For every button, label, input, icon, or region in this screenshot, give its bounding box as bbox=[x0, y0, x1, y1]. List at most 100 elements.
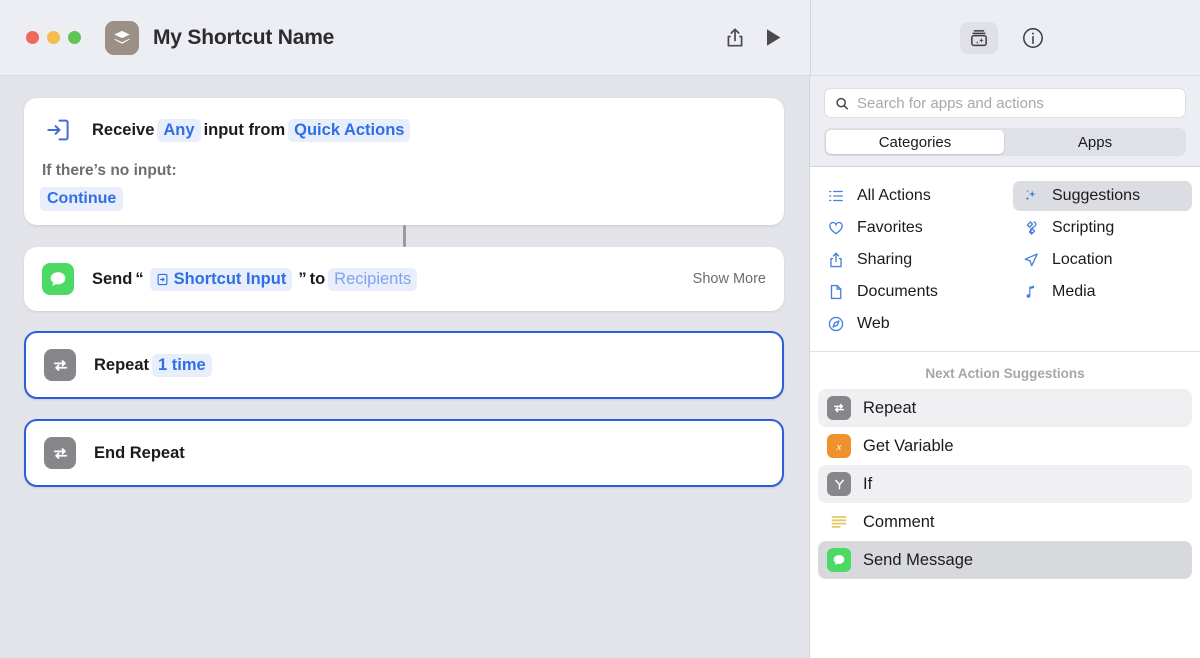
action-row: Send “ Shortcut Input ” to Recipients bbox=[24, 247, 784, 311]
canvas-gap bbox=[24, 399, 785, 419]
comment-icon bbox=[827, 510, 851, 534]
list-item-label: Comment bbox=[863, 513, 935, 532]
list-bullet-icon bbox=[826, 186, 846, 206]
categories-column-right: Suggestions Scripting bbox=[1005, 181, 1200, 339]
action-row: Repeat 1 time bbox=[26, 333, 782, 397]
list-item-label: Repeat bbox=[863, 399, 916, 418]
scripting-icon bbox=[1021, 218, 1041, 238]
add-action-icon[interactable] bbox=[960, 22, 998, 54]
repeat-icon bbox=[44, 349, 76, 381]
sidebar-item-label: Media bbox=[1052, 283, 1096, 301]
action-card-end-repeat[interactable]: End Repeat bbox=[24, 419, 784, 487]
list-item-send-message[interactable]: Send Message bbox=[818, 541, 1192, 579]
sidebar-item-label: Favorites bbox=[857, 219, 923, 237]
sidebar-item-label: Sharing bbox=[857, 251, 912, 269]
library-mode-segmented-control[interactable]: Categories Apps bbox=[824, 128, 1186, 156]
share-button[interactable] bbox=[716, 21, 754, 55]
action-text: Send “ Shortcut Input ” to Recipients bbox=[92, 268, 420, 291]
recipients-token[interactable]: Recipients bbox=[328, 268, 417, 291]
list-item-label: Get Variable bbox=[863, 437, 954, 456]
action-word: to bbox=[310, 270, 326, 289]
titlebar-right bbox=[810, 0, 1200, 76]
sidebar-item-media[interactable]: Media bbox=[1013, 277, 1192, 307]
if-icon bbox=[827, 472, 851, 496]
list-item-label: If bbox=[863, 475, 872, 494]
messages-icon bbox=[42, 263, 74, 295]
receive-input-icon bbox=[42, 114, 74, 146]
input-type-token[interactable]: Any bbox=[157, 119, 200, 142]
list-item-get-variable[interactable]: x Get Variable bbox=[818, 427, 1192, 465]
tab-apps[interactable]: Apps bbox=[1006, 130, 1184, 154]
list-item-comment[interactable]: Comment bbox=[818, 503, 1192, 541]
repeat-icon bbox=[827, 396, 851, 420]
sparkles-icon bbox=[1021, 186, 1041, 206]
action-row: End Repeat bbox=[26, 421, 782, 485]
info-circle-icon[interactable] bbox=[1014, 21, 1052, 55]
list-item-repeat[interactable]: Repeat bbox=[818, 389, 1192, 427]
action-card-send-message[interactable]: Send “ Shortcut Input ” to Recipients bbox=[24, 247, 784, 311]
zoom-button[interactable] bbox=[68, 31, 81, 44]
search-icon bbox=[835, 96, 849, 111]
no-input-label: If there’s no input: bbox=[24, 162, 784, 180]
share-icon bbox=[826, 250, 846, 270]
tab-categories[interactable]: Categories bbox=[826, 130, 1004, 154]
sidebar-item-documents[interactable]: Documents bbox=[818, 277, 997, 307]
shortcuts-window: My Shortcut Name bbox=[0, 0, 1200, 658]
show-more-button[interactable]: Show More bbox=[693, 271, 766, 287]
list-item-label: Send Message bbox=[863, 551, 973, 570]
action-word: input from bbox=[204, 121, 286, 140]
sidebar-item-all-actions[interactable]: All Actions bbox=[818, 181, 997, 211]
action-word: Receive bbox=[92, 121, 154, 140]
canvas-gap bbox=[24, 311, 785, 331]
action-card-repeat[interactable]: Repeat 1 time bbox=[24, 331, 784, 399]
action-text: Repeat 1 time bbox=[94, 354, 215, 377]
variable-glyph-icon bbox=[156, 273, 169, 286]
sidebar-item-label: Suggestions bbox=[1052, 187, 1140, 205]
action-word: Send bbox=[92, 270, 132, 289]
action-word: End Repeat bbox=[94, 444, 185, 463]
messages-icon bbox=[827, 548, 851, 572]
page-title: My Shortcut Name bbox=[153, 26, 334, 50]
titlebar-left: My Shortcut Name bbox=[0, 0, 810, 76]
open-quote: “ bbox=[135, 270, 143, 289]
main-body: Receive Any input from Quick Actions If … bbox=[0, 76, 1200, 658]
traffic-lights[interactable] bbox=[26, 31, 81, 44]
search-field[interactable] bbox=[824, 88, 1186, 118]
sidebar-item-label: Documents bbox=[857, 283, 938, 301]
action-connector bbox=[403, 225, 406, 247]
document-icon bbox=[826, 282, 846, 302]
list-item-if[interactable]: If bbox=[818, 465, 1192, 503]
stacked-layers-icon bbox=[105, 21, 139, 55]
minimize-button[interactable] bbox=[47, 31, 60, 44]
sidebar-item-web[interactable]: Web bbox=[818, 309, 997, 339]
input-source-token[interactable]: Quick Actions bbox=[288, 119, 410, 142]
action-text: End Repeat bbox=[94, 444, 185, 463]
categories-grid: All Actions Favorites bbox=[810, 167, 1200, 352]
sidebar-item-favorites[interactable]: Favorites bbox=[818, 213, 997, 243]
run-button[interactable] bbox=[754, 21, 792, 55]
repeat-count-token[interactable]: 1 time bbox=[152, 354, 212, 377]
sidebar-item-location[interactable]: Location bbox=[1013, 245, 1192, 275]
close-button[interactable] bbox=[26, 31, 39, 44]
sidebar-item-sharing[interactable]: Sharing bbox=[818, 245, 997, 275]
location-arrow-icon bbox=[1021, 250, 1041, 270]
repeat-icon bbox=[44, 437, 76, 469]
action-card-receive-input[interactable]: Receive Any input from Quick Actions If … bbox=[24, 98, 784, 225]
action-library-sidebar: Categories Apps All Actions bbox=[810, 76, 1200, 658]
shortcut-input-variable-token[interactable]: Shortcut Input bbox=[150, 268, 293, 291]
svg-text:x: x bbox=[836, 441, 842, 453]
suggestions-list: Repeat x Get Variable bbox=[810, 389, 1200, 583]
token-label: Shortcut Input bbox=[174, 270, 287, 289]
no-input-fallback-token[interactable]: Continue bbox=[40, 187, 123, 211]
sidebar-item-label: All Actions bbox=[857, 187, 931, 205]
shortcut-canvas[interactable]: Receive Any input from Quick Actions If … bbox=[0, 76, 810, 658]
sidebar-item-suggestions[interactable]: Suggestions bbox=[1013, 181, 1192, 211]
sidebar-item-label: Scripting bbox=[1052, 219, 1114, 237]
sidebar-item-scripting[interactable]: Scripting bbox=[1013, 213, 1192, 243]
suggestions-header: Next Action Suggestions bbox=[810, 352, 1200, 389]
variable-icon: x bbox=[827, 434, 851, 458]
action-row: Receive Any input from Quick Actions bbox=[24, 98, 784, 162]
search-input[interactable] bbox=[857, 95, 1175, 112]
heart-icon bbox=[826, 218, 846, 238]
sidebar-item-label: Location bbox=[1052, 251, 1113, 269]
